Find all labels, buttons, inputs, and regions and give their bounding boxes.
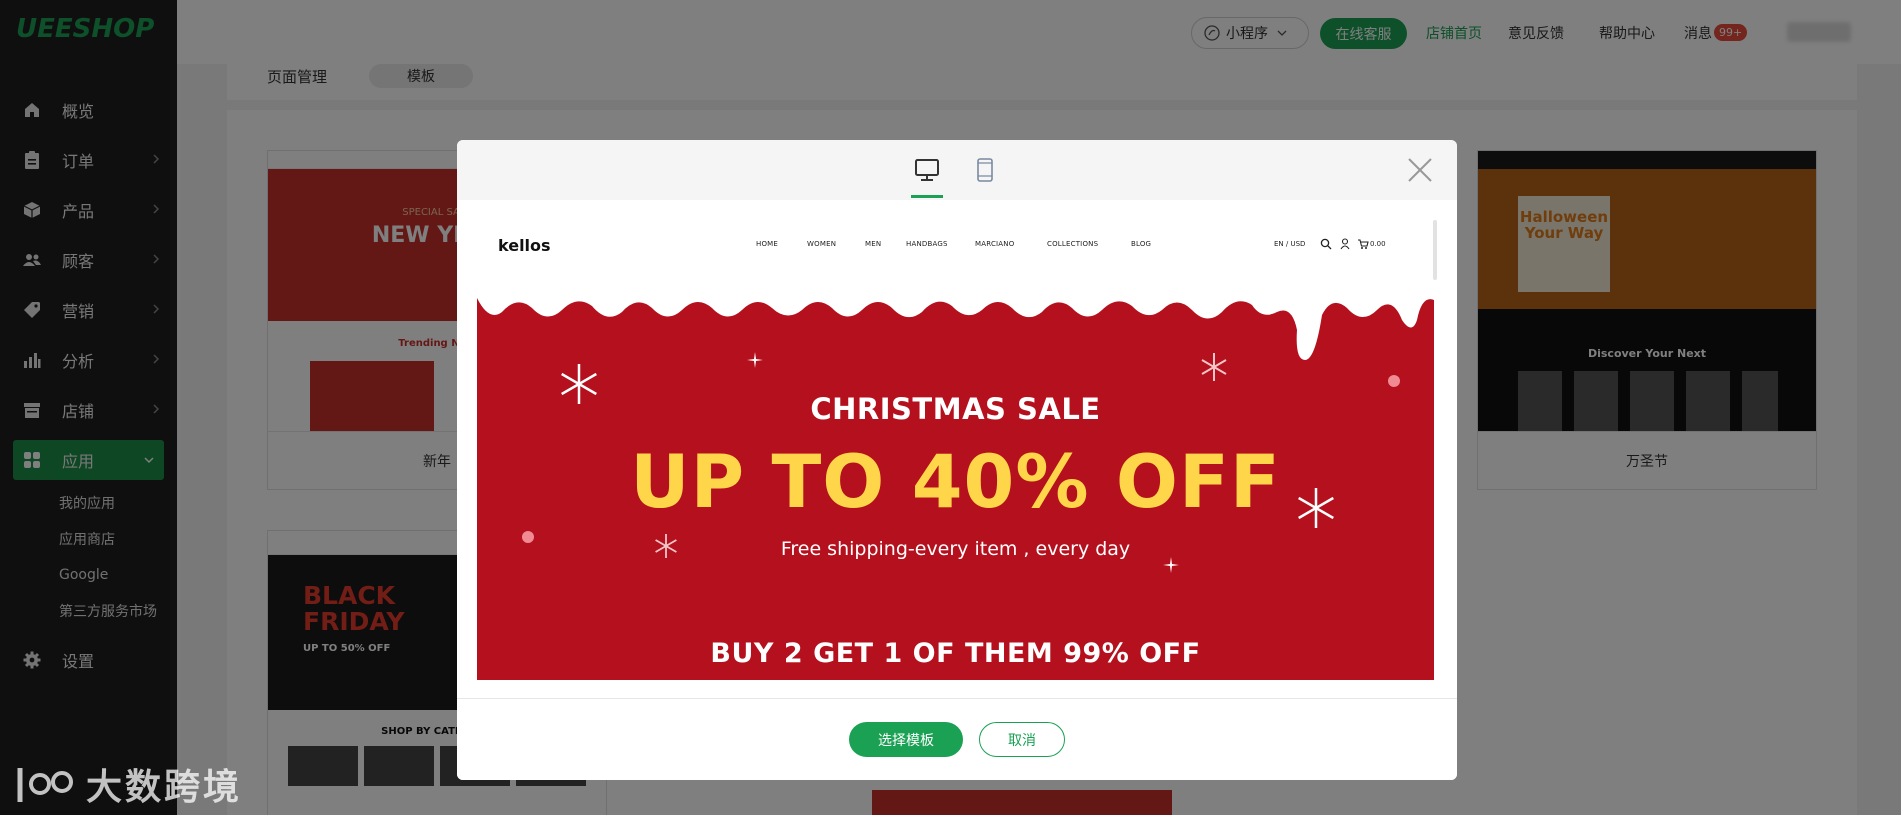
preview-banner: CHRISTMAS SALE UP TO 40% OFF Free shippi… [477,290,1434,680]
preview-nav-blog: BLOG [1131,240,1152,248]
preview-nav-collections: COLLECTIONS [1047,240,1099,248]
snowflake-icon [1201,353,1227,381]
choose-template-button[interactable]: 选择模板 [849,722,963,757]
preview-locale: EN / USD [1274,240,1306,248]
preview-nav-men: MEN [865,240,882,248]
preview-nav-women: WOMEN [807,240,837,248]
template-preview-modal: kellos HOME WOMEN MEN HANDBAGS MARCIANO … [457,140,1457,780]
desktop-preview-toggle[interactable] [911,154,943,186]
watermark: 大数跨境 [14,758,242,810]
close-button[interactable] [1404,154,1436,186]
banner-title: CHRISTMAS SALE [810,392,1101,426]
banner-headline: UP TO 40% OFF [630,440,1281,525]
preview-scrollbar[interactable] [1433,220,1437,280]
template-preview-frame[interactable]: kellos HOME WOMEN MEN HANDBAGS MARCIANO … [477,200,1434,680]
desktop-icon [915,159,939,181]
preview-nav-marciano: MARCIANO [975,240,1015,248]
active-device-indicator [911,195,943,198]
watermark-text: 大数跨境 [86,767,243,808]
preview-nav-home: HOME [756,240,779,248]
modal-header [457,140,1457,200]
mobile-preview-toggle[interactable] [969,154,1001,186]
mobile-icon [977,158,993,182]
preview-user-icon [1340,238,1350,250]
preview-cart-total: 0.00 [1370,240,1386,248]
preview-search-icon [1320,238,1332,250]
snow-drip-decoration [477,290,1434,360]
banner-offer: BUY 2 GET 1 OF THEM 99% OFF [710,638,1201,669]
preview-nav-handbags: HANDBAGS [906,240,948,248]
close-icon [1408,158,1432,182]
watermark-logo-icon [17,768,73,802]
dot-decoration [1388,375,1400,387]
modal-footer: 选择模板 取消 [457,698,1457,780]
preview-site-logo: kellos [498,236,551,255]
cancel-button[interactable]: 取消 [979,722,1065,757]
preview-cart-icon [1358,239,1369,249]
banner-subtitle: Free shipping-every item , every day [780,538,1131,560]
sparkle-icon [747,352,763,368]
